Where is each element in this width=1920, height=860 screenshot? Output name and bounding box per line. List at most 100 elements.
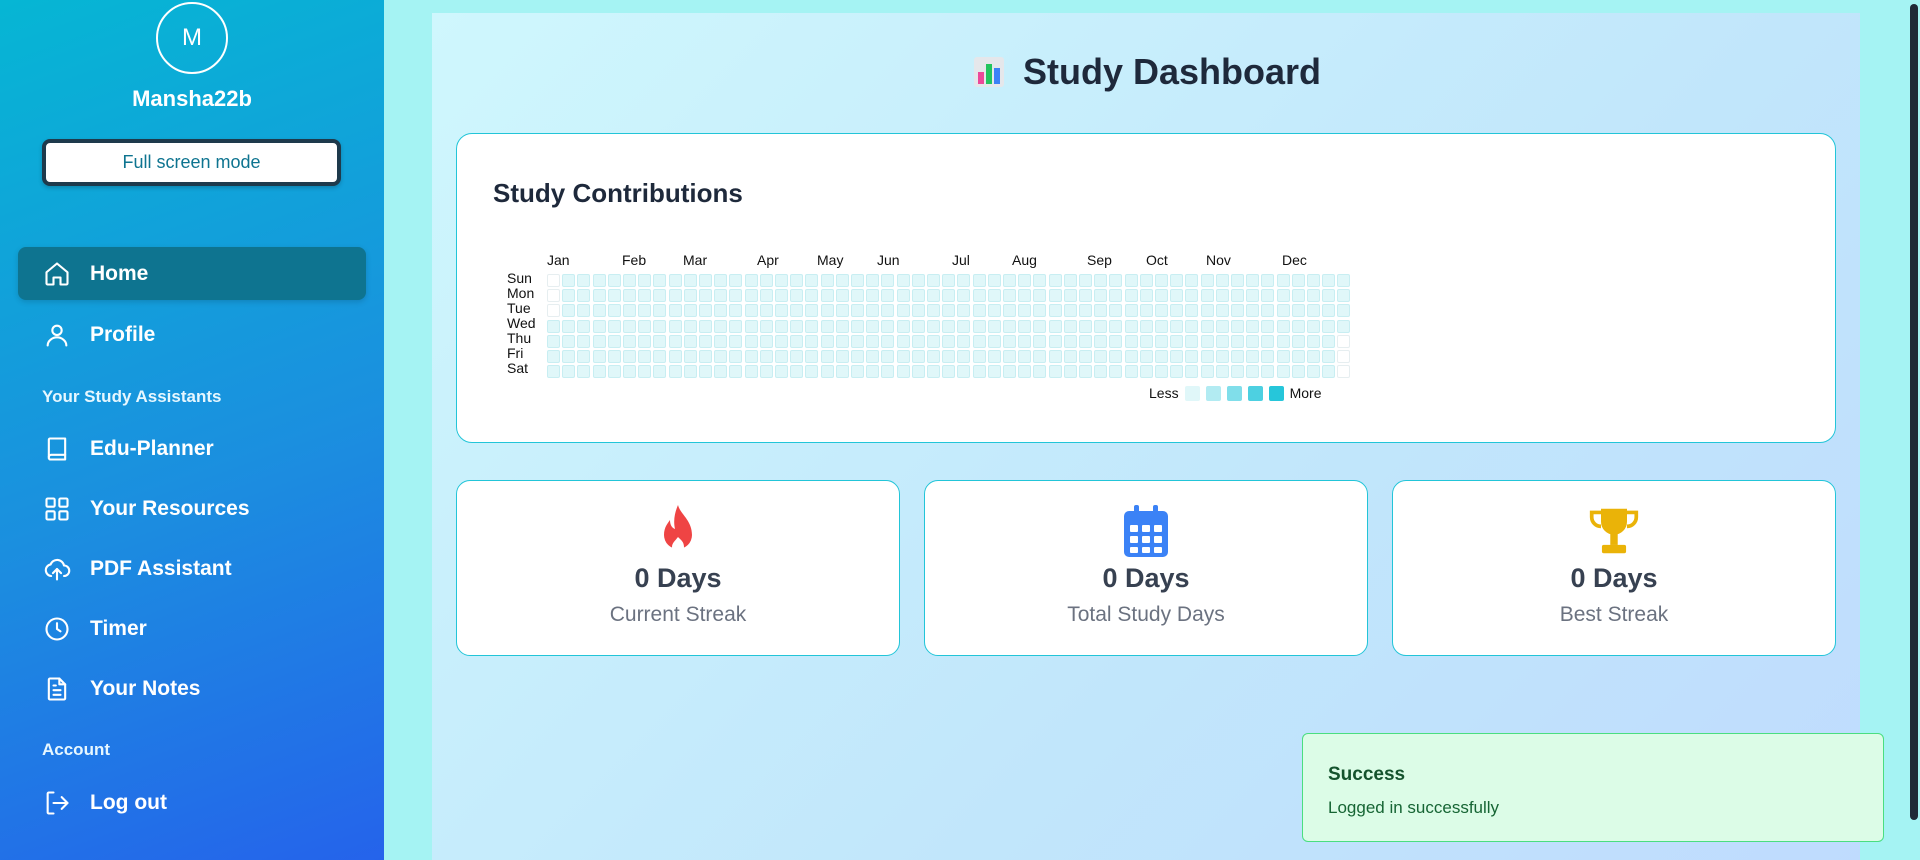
contribution-cell[interactable]: [1033, 365, 1047, 379]
contribution-cell[interactable]: [820, 350, 834, 363]
contribution-cell[interactable]: [699, 289, 712, 303]
contribution-cell[interactable]: [607, 289, 621, 303]
contribution-cell[interactable]: [805, 365, 819, 379]
contribution-cell[interactable]: [1033, 319, 1047, 333]
contribution-cell[interactable]: [972, 289, 986, 303]
contribution-cell[interactable]: [1048, 334, 1062, 348]
contribution-cell[interactable]: [1063, 350, 1077, 363]
contribution-cell[interactable]: [668, 274, 682, 287]
contribution-cell[interactable]: [1307, 289, 1320, 303]
contribution-cell[interactable]: [714, 334, 728, 348]
contribution-cell[interactable]: [683, 350, 697, 363]
contribution-cell[interactable]: [607, 334, 621, 348]
contribution-cell[interactable]: [1200, 289, 1214, 303]
contribution-cell[interactable]: [1124, 365, 1138, 379]
contribution-cell[interactable]: [820, 289, 834, 303]
contribution-cell[interactable]: [1231, 304, 1244, 318]
contribution-cell[interactable]: [1261, 365, 1275, 379]
contribution-cell[interactable]: [775, 274, 788, 287]
contribution-cell[interactable]: [1246, 289, 1260, 303]
contribution-cell[interactable]: [896, 319, 910, 333]
contribution-cell[interactable]: [1003, 350, 1016, 363]
contribution-cell[interactable]: [1291, 334, 1305, 348]
contribution-cell[interactable]: [851, 365, 864, 379]
contribution-cell[interactable]: [744, 319, 758, 333]
contribution-cell[interactable]: [1215, 274, 1229, 287]
contribution-cell[interactable]: [1079, 365, 1092, 379]
contribution-cell[interactable]: [790, 350, 804, 363]
contribution-cell[interactable]: [1018, 365, 1032, 379]
contribution-cell[interactable]: [1033, 304, 1047, 318]
contribution-cell[interactable]: [607, 274, 621, 287]
contribution-cell[interactable]: [1200, 350, 1214, 363]
contribution-cell[interactable]: [1337, 350, 1351, 363]
contribution-cell[interactable]: [1322, 289, 1336, 303]
contribution-cell[interactable]: [562, 365, 576, 379]
contribution-cell[interactable]: [1291, 350, 1305, 363]
contribution-cell[interactable]: [683, 334, 697, 348]
contribution-cell[interactable]: [547, 319, 560, 333]
contribution-cell[interactable]: [1048, 350, 1062, 363]
contribution-cell[interactable]: [759, 319, 773, 333]
contribution-cell[interactable]: [942, 319, 956, 333]
contribution-cell[interactable]: [1231, 319, 1244, 333]
contribution-cell[interactable]: [699, 304, 712, 318]
contribution-cell[interactable]: [835, 365, 849, 379]
contribution-cell[interactable]: [623, 274, 636, 287]
contribution-cell[interactable]: [562, 289, 576, 303]
contribution-cell[interactable]: [1231, 334, 1244, 348]
contribution-cell[interactable]: [1322, 334, 1336, 348]
contribution-cell[interactable]: [592, 274, 606, 287]
contribution-cell[interactable]: [820, 304, 834, 318]
contribution-cell[interactable]: [972, 319, 986, 333]
contribution-cell[interactable]: [1200, 274, 1214, 287]
contribution-cell[interactable]: [1155, 350, 1168, 363]
contribution-cell[interactable]: [1246, 319, 1260, 333]
contribution-cell[interactable]: [1231, 289, 1244, 303]
contribution-cell[interactable]: [1155, 319, 1168, 333]
contribution-cell[interactable]: [1018, 289, 1032, 303]
contribution-cell[interactable]: [1124, 304, 1138, 318]
contribution-cell[interactable]: [881, 365, 895, 379]
contribution-cell[interactable]: [851, 289, 864, 303]
contribution-cell[interactable]: [1337, 289, 1351, 303]
contribution-cell[interactable]: [1307, 350, 1320, 363]
contribution-cell[interactable]: [881, 289, 895, 303]
contribution-cell[interactable]: [972, 334, 986, 348]
contribution-cell[interactable]: [1261, 334, 1275, 348]
contribution-cell[interactable]: [1276, 304, 1290, 318]
contribution-cell[interactable]: [1200, 319, 1214, 333]
contribution-cell[interactable]: [1231, 350, 1244, 363]
contribution-cell[interactable]: [911, 319, 925, 333]
contribution-cell[interactable]: [1033, 289, 1047, 303]
contribution-cell[interactable]: [1170, 334, 1184, 348]
contribution-cell[interactable]: [1003, 304, 1016, 318]
contribution-cell[interactable]: [668, 319, 682, 333]
contribution-cell[interactable]: [759, 289, 773, 303]
contribution-cell[interactable]: [1079, 350, 1092, 363]
contribution-cell[interactable]: [1200, 334, 1214, 348]
fullscreen-button[interactable]: Full screen mode: [42, 139, 341, 186]
contribution-cell[interactable]: [805, 304, 819, 318]
contribution-cell[interactable]: [699, 350, 712, 363]
contribution-cell[interactable]: [851, 334, 864, 348]
contribution-cell[interactable]: [714, 274, 728, 287]
contribution-cell[interactable]: [547, 350, 560, 363]
contribution-cell[interactable]: [759, 304, 773, 318]
contribution-cell[interactable]: [911, 289, 925, 303]
contribution-cell[interactable]: [1079, 319, 1092, 333]
contribution-cell[interactable]: [729, 350, 743, 363]
contribution-cell[interactable]: [866, 365, 880, 379]
contribution-cell[interactable]: [744, 274, 758, 287]
contribution-cell[interactable]: [775, 350, 788, 363]
contribution-cell[interactable]: [699, 334, 712, 348]
contribution-cell[interactable]: [1337, 365, 1351, 379]
sidebar-item-pdf-assistant[interactable]: PDF Assistant: [18, 542, 366, 595]
contribution-cell[interactable]: [1155, 334, 1168, 348]
contribution-cell[interactable]: [927, 350, 940, 363]
contribution-cell[interactable]: [1033, 350, 1047, 363]
contribution-cell[interactable]: [729, 289, 743, 303]
contribution-cell[interactable]: [1124, 274, 1138, 287]
contribution-cell[interactable]: [638, 304, 652, 318]
contribution-cell[interactable]: [1063, 274, 1077, 287]
